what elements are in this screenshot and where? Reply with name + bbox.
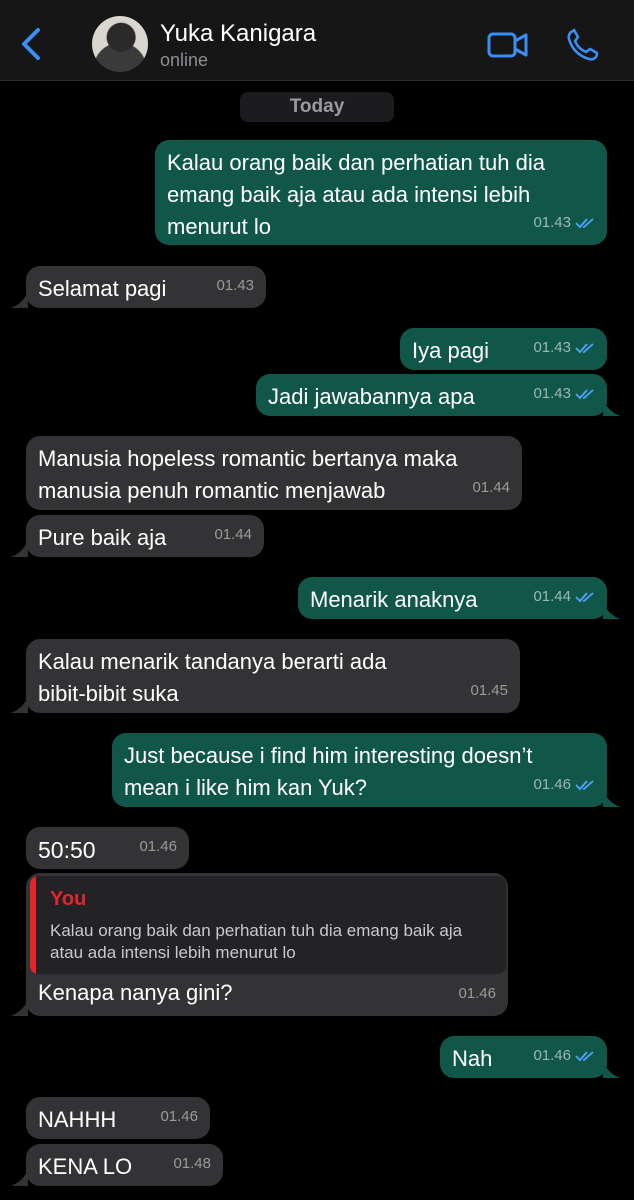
reply-accent-bar [30,876,36,974]
read-ticks-icon [575,389,594,400]
read-ticks-icon [575,1051,594,1062]
message-time: 01.46 [458,985,496,1002]
message-time: 01.43 [533,385,571,402]
avatar[interactable] [92,16,148,72]
message-time: 01.46 [139,838,177,855]
message-bubble-incoming[interactable]: NAHHH 01.46 [26,1097,210,1139]
message-text: Just because i find him interesting does… [124,743,533,800]
read-ticks-icon [575,343,594,354]
message-meta: 01.44 [214,519,252,551]
message-meta: 01.45 [470,675,508,707]
message-text: Kalau menarik tandanya berarti ada bibit… [38,649,387,706]
read-ticks-icon [575,592,594,603]
message-text: Kenapa nanya gini? [38,980,233,1005]
message-time: 01.46 [533,1047,571,1064]
read-ticks-icon [575,218,594,229]
date-separator: Today [240,92,394,122]
message-text: Kalau orang baik dan perhatian tuh dia e… [167,150,545,239]
message-time: 01.44 [472,479,510,496]
video-camera-icon[interactable] [487,30,529,60]
message-time: 01.44 [214,526,252,543]
reply-author: You [50,888,87,910]
message-meta: 01.48 [173,1148,211,1180]
message-meta: 01.46 [533,769,595,801]
message-meta: 01.43 [533,207,595,239]
message-time: 01.44 [533,588,571,605]
message-bubble-outgoing[interactable]: Jadi jawabannya apa 01.43 [256,374,607,416]
message-bubble-incoming[interactable]: Kalau menarik tandanya berarti ada bibit… [26,639,520,713]
message-time: 01.48 [173,1155,211,1172]
reply-text: Kalau orang baik dan perhatian tuh dia e… [50,921,463,962]
message-bubble-incoming[interactable]: Manusia hopeless romantic bertanya maka … [26,436,522,510]
message-bubble-incoming[interactable]: KENA LO 01.48 [26,1144,223,1186]
message-meta: 01.46 [458,978,496,1010]
message-meta: 01.44 [472,472,510,504]
contact-name[interactable]: Yuka Kanigara [160,20,316,48]
back-chevron-icon[interactable] [16,26,44,62]
message-time: 01.43 [216,277,254,294]
message-bubble-incoming[interactable]: Pure baik aja 01.44 [26,515,264,557]
message-bubble-outgoing[interactable]: Iya pagi 01.43 [400,328,607,370]
message-meta: 01.46 [139,831,177,863]
contact-status: online [160,50,209,70]
message-time: 01.43 [533,214,571,231]
message-bubble-incoming[interactable]: 50:50 01.46 [26,827,189,869]
message-meta: 01.44 [533,581,595,613]
message-bubble-outgoing[interactable]: Just because i find him interesting does… [112,733,607,807]
message-time: 01.43 [533,339,571,356]
message-meta: 01.46 [533,1040,595,1072]
message-meta: 01.46 [160,1101,198,1133]
message-time: 01.46 [160,1108,198,1125]
message-meta: 01.43 [533,378,595,410]
reply-quote[interactable]: You Kalau orang baik dan perhatian tuh d… [30,876,506,974]
message-meta: 01.43 [533,332,595,364]
phone-icon[interactable] [566,28,598,62]
message-bubble-outgoing[interactable]: Kalau orang baik dan perhatian tuh dia e… [155,140,607,245]
message-time: 01.46 [533,776,571,793]
chat-header: Yuka Kanigara online [0,0,634,81]
message-meta: 01.43 [216,270,254,302]
message-time: 01.45 [470,682,508,699]
message-bubble-incoming[interactable]: Selamat pagi 01.43 [26,266,266,308]
message-text: Manusia hopeless romantic bertanya maka … [38,446,458,503]
message-bubble-outgoing[interactable]: Menarik anaknya 01.44 [298,577,607,619]
read-ticks-icon [575,780,594,791]
message-bubble-outgoing[interactable]: Nah 01.46 [440,1036,607,1078]
